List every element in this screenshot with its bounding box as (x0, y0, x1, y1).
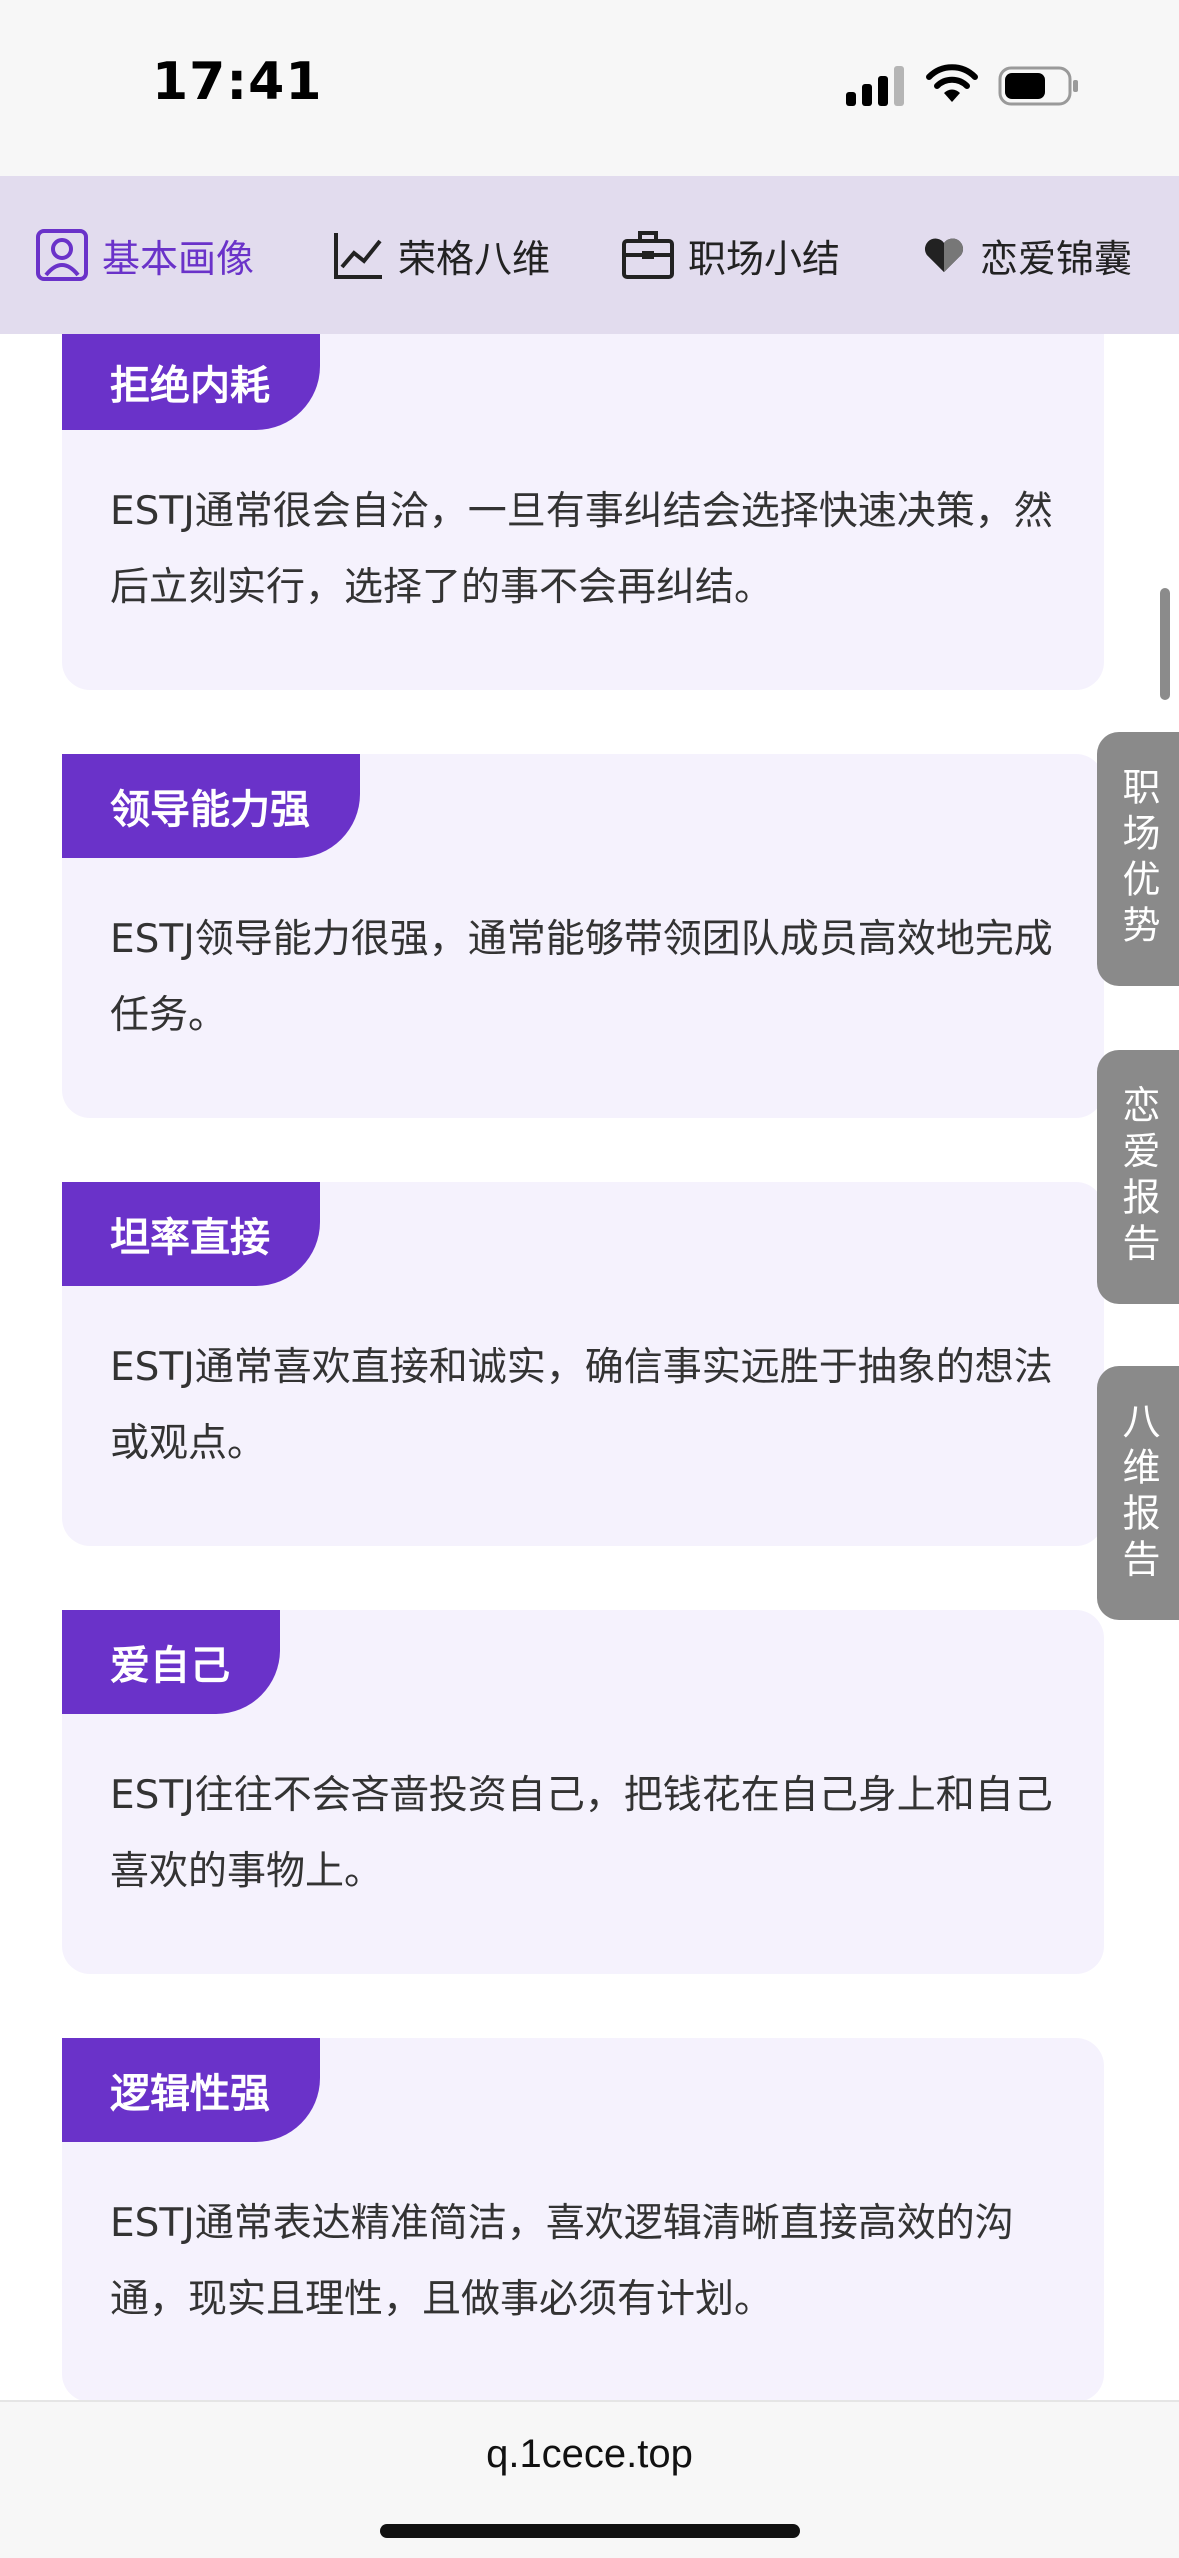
trait-description: ESTJ领导能力很强，通常能够带领团队成员高效地完成任务。 (110, 917, 1053, 1038)
status-time: 17:41 (152, 52, 323, 112)
tab-basic-profile[interactable]: 基本画像 (34, 176, 254, 334)
tab-love-tips[interactable]: 恋爱锦囊 (920, 176, 1132, 334)
line-chart-icon (334, 233, 382, 279)
content-area[interactable]: 拒绝内耗 ESTJ通常很会自洽，一旦有事纠结会选择快速决策，然后立刻实行，选择了… (0, 334, 1179, 2400)
trait-card: 爱自己 ESTJ往往不会吝啬投资自己，把钱花在自己身上和自己喜欢的事物上。 (62, 1610, 1104, 1974)
trait-card: 坦率直接 ESTJ通常喜欢直接和诚实，确信事实远胜于抽象的想法或观点。 (62, 1182, 1104, 1546)
side-button-label: 恋爱报告 (1116, 1085, 1160, 1269)
battery-icon (998, 66, 1078, 106)
browser-url-bar[interactable]: q.1cece.top (0, 2400, 1179, 2558)
trait-card: 拒绝内耗 ESTJ通常很会自洽，一旦有事纠结会选择快速决策，然后立刻实行，选择了… (62, 334, 1104, 690)
trait-tag: 拒绝内耗 (62, 334, 320, 430)
side-button-label: 八维报告 (1116, 1401, 1160, 1585)
scrollbar[interactable] (1160, 588, 1170, 700)
trait-card: 领导能力强 ESTJ领导能力很强，通常能够带领团队成员高效地完成任务。 (62, 754, 1104, 1118)
trait-card: 逻辑性强 ESTJ通常表达精准简洁，喜欢逻辑清晰直接高效的沟通，现实且理性，且做… (62, 2038, 1104, 2400)
trait-description: ESTJ通常表达精准简洁，喜欢逻辑清晰直接高效的沟通，现实且理性，且做事必须有计… (110, 2201, 1014, 2322)
trait-tag: 领导能力强 (62, 754, 360, 858)
home-indicator[interactable] (380, 2524, 800, 2538)
status-bar: 17:41 (0, 0, 1179, 176)
trait-description: ESTJ通常很会自洽，一旦有事纠结会选择快速决策，然后立刻实行，选择了的事不会再… (110, 489, 1053, 610)
tab-label: 职场小结 (688, 236, 841, 281)
trait-tag: 坦率直接 (62, 1182, 320, 1286)
trait-tag: 逻辑性强 (62, 2038, 320, 2142)
side-button-career-advantages[interactable]: 职场优势 (1097, 732, 1179, 986)
side-button-label: 职场优势 (1116, 767, 1160, 951)
tab-career-summary[interactable]: 职场小结 (620, 176, 840, 334)
heart-icon (924, 238, 964, 273)
tab-label: 荣格八维 (398, 236, 551, 281)
cellular-signal-icon (846, 66, 904, 106)
trait-description: ESTJ通常喜欢直接和诚实，确信事实远胜于抽象的想法或观点。 (110, 1345, 1053, 1466)
side-button-eight-dimension-report[interactable]: 八维报告 (1097, 1366, 1179, 1620)
tab-jung-eight[interactable]: 荣格八维 (330, 176, 550, 334)
trait-tag: 爱自己 (62, 1610, 280, 1714)
tab-label: 恋爱锦囊 (980, 236, 1133, 281)
trait-description: ESTJ往往不会吝啬投资自己，把钱花在自己身上和自己喜欢的事物上。 (110, 1773, 1053, 1894)
briefcase-icon (622, 231, 674, 279)
url-text[interactable]: q.1cece.top (0, 2432, 1179, 2477)
tab-label: 基本画像 (102, 236, 255, 281)
person-icon (36, 229, 88, 281)
side-button-love-report[interactable]: 恋爱报告 (1097, 1050, 1179, 1304)
wifi-icon (926, 64, 978, 102)
tab-bar: 基本画像 荣格八维 职场小结 恋爱锦囊 (0, 176, 1179, 334)
